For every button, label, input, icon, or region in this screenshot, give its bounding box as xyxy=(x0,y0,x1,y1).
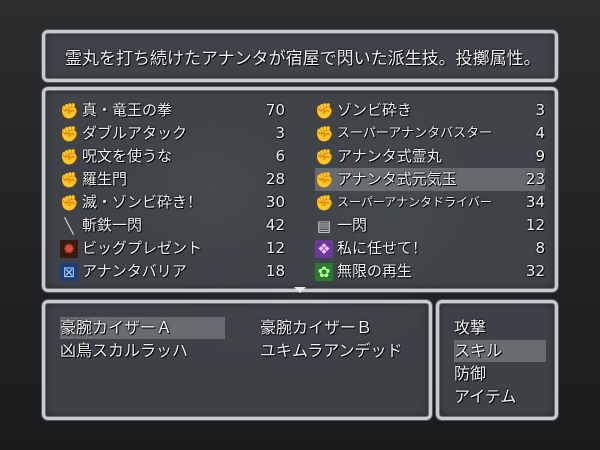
skill-item[interactable]: ✊ 羅生門 28 xyxy=(60,168,285,191)
scroll-down-arrow-icon[interactable] xyxy=(294,287,306,293)
skill-name: ビッグプレゼント xyxy=(82,239,203,257)
skill-name: アナンタバリア xyxy=(82,262,187,280)
skill-item[interactable]: ✊ スーパーアナンタバスター 4 xyxy=(315,122,545,145)
enemy-item[interactable]: 凶鳥スカルラッハ xyxy=(60,340,225,362)
skill-item[interactable]: ✊ ダブルアタック 3 xyxy=(60,122,285,145)
skill-item[interactable]: ✊ 呪文を使うな 6 xyxy=(60,145,285,168)
skill-item[interactable]: ✿ 無限の再生 32 xyxy=(315,260,545,283)
skill-name: スーパーアナンタバスター xyxy=(337,126,493,141)
fist-icon: ✊ xyxy=(60,171,79,189)
skill-item[interactable]: ⊠ アナンタバリア 18 xyxy=(60,260,285,283)
skill-name: 一閃 xyxy=(337,216,368,234)
skill-item[interactable]: ✊ ゾンビ砕き 3 xyxy=(315,99,545,122)
skill-name: 羅生門 xyxy=(82,170,128,188)
skill-name: アナンタ式元気玉 xyxy=(337,170,457,188)
fist-icon: ✊ xyxy=(315,148,334,166)
command-attack[interactable]: 攻撃 xyxy=(454,317,546,339)
fist-icon: ✊ xyxy=(315,125,334,143)
skill-item[interactable]: ❖ 私に任せて！ 8 xyxy=(315,237,545,260)
command-guard[interactable]: 防御 xyxy=(454,363,546,385)
present-icon: ✹ xyxy=(60,240,78,258)
skill-name: スーパーアナンタドライバー xyxy=(337,195,492,209)
skill-cost: 23 xyxy=(525,170,545,188)
fist-icon: ✊ xyxy=(315,194,334,212)
skill-cost: 4 xyxy=(535,124,545,142)
enemy-item[interactable]: 豪腕カイザーＢ xyxy=(260,317,425,339)
skill-cost: 28 xyxy=(265,170,285,188)
skill-item[interactable]: ✊ 滅・ゾンビ砕き！ 30 xyxy=(60,191,285,214)
skill-name: ダブルアタック xyxy=(82,124,188,142)
skill-item[interactable]: ✹ ビッグプレゼント 12 xyxy=(60,237,285,260)
sword-icon: ╲ xyxy=(64,217,74,235)
skill-cost: 30 xyxy=(265,193,285,211)
skill-cost: 12 xyxy=(525,216,545,234)
skill-cost: 70 xyxy=(265,101,285,119)
enemy-target-window: 豪腕カイザーＡ 豪腕カイザーＢ 凶鳥スカルラッハ ユキムラアンデッド xyxy=(42,300,432,420)
fist-icon: ✊ xyxy=(60,125,79,143)
sword-scroll-icon: ▤ xyxy=(316,217,332,235)
skill-item[interactable]: ▤ 一閃 12 xyxy=(315,214,545,237)
skill-item[interactable]: ✊ スーパーアナンタドライバー 34 xyxy=(315,191,545,214)
green-regen-icon: ✿ xyxy=(315,263,333,281)
fist-icon: ✊ xyxy=(315,171,334,189)
skill-item[interactable]: ✊ 真・竜王の拳 70 xyxy=(60,99,285,122)
fist-icon: ✊ xyxy=(60,102,79,120)
enemy-item-selected[interactable]: 豪腕カイザーＡ xyxy=(60,317,225,339)
skill-list-window: ✊ 真・竜王の拳 70 ✊ ダブルアタック 3 ✊ 呪文を使うな 6 ✊ 羅生門… xyxy=(42,87,558,292)
skill-name: 無限の再生 xyxy=(337,262,413,280)
enemy-item[interactable]: ユキムラアンデッド xyxy=(260,340,425,362)
skill-cost: 9 xyxy=(535,147,545,165)
skill-name: ゾンビ砕き xyxy=(337,101,413,119)
skill-cost: 32 xyxy=(525,262,545,280)
skill-cost: 18 xyxy=(265,262,285,280)
skill-list-right-column: ✊ ゾンビ砕き 3 ✊ スーパーアナンタバスター 4 ✊ アナンタ式霊丸 9 ✊… xyxy=(315,99,545,283)
skill-item-selected[interactable]: ✊ アナンタ式元気玉 23 xyxy=(315,168,545,191)
skill-item[interactable]: ✊ アナンタ式霊丸 9 xyxy=(315,145,545,168)
skill-name: 滅・ゾンビ砕き！ xyxy=(82,193,203,211)
skill-cost: 34 xyxy=(525,193,545,211)
skill-name: 真・竜王の拳 xyxy=(82,101,173,119)
help-window: 霊丸を打ち続けたアナンタが宿屋で閃いた派生技。投擲属性。 xyxy=(42,30,558,82)
fist-icon: ✊ xyxy=(315,102,334,120)
purple-rune-icon: ❖ xyxy=(315,240,333,258)
fist-icon: ✊ xyxy=(60,148,79,166)
skill-item[interactable]: ╲ 斬鉄一閃 42 xyxy=(60,214,285,237)
skill-name: 私に任せて！ xyxy=(337,239,428,257)
skill-cost: 8 xyxy=(535,239,545,257)
skill-cost: 3 xyxy=(275,124,285,142)
battle-command-window: 攻撃 スキル 防御 アイテム xyxy=(436,300,558,420)
skill-name: アナンタ式霊丸 xyxy=(337,147,442,165)
command-item[interactable]: アイテム xyxy=(454,386,546,408)
skill-list-left-column: ✊ 真・竜王の拳 70 ✊ ダブルアタック 3 ✊ 呪文を使うな 6 ✊ 羅生門… xyxy=(60,99,285,283)
skill-cost: 12 xyxy=(265,239,285,257)
fist-icon: ✊ xyxy=(60,194,79,212)
skill-cost: 42 xyxy=(265,216,285,234)
barrier-icon: ⊠ xyxy=(60,263,78,281)
skill-name: 呪文を使うな xyxy=(82,147,173,165)
skill-name: 斬鉄一閃 xyxy=(82,216,143,234)
skill-cost: 3 xyxy=(535,101,545,119)
skill-description: 霊丸を打ち続けたアナンタが宿屋で閃いた派生技。投擲属性。 xyxy=(65,49,541,69)
command-skill[interactable]: スキル xyxy=(454,340,546,362)
skill-cost: 6 xyxy=(275,147,285,165)
